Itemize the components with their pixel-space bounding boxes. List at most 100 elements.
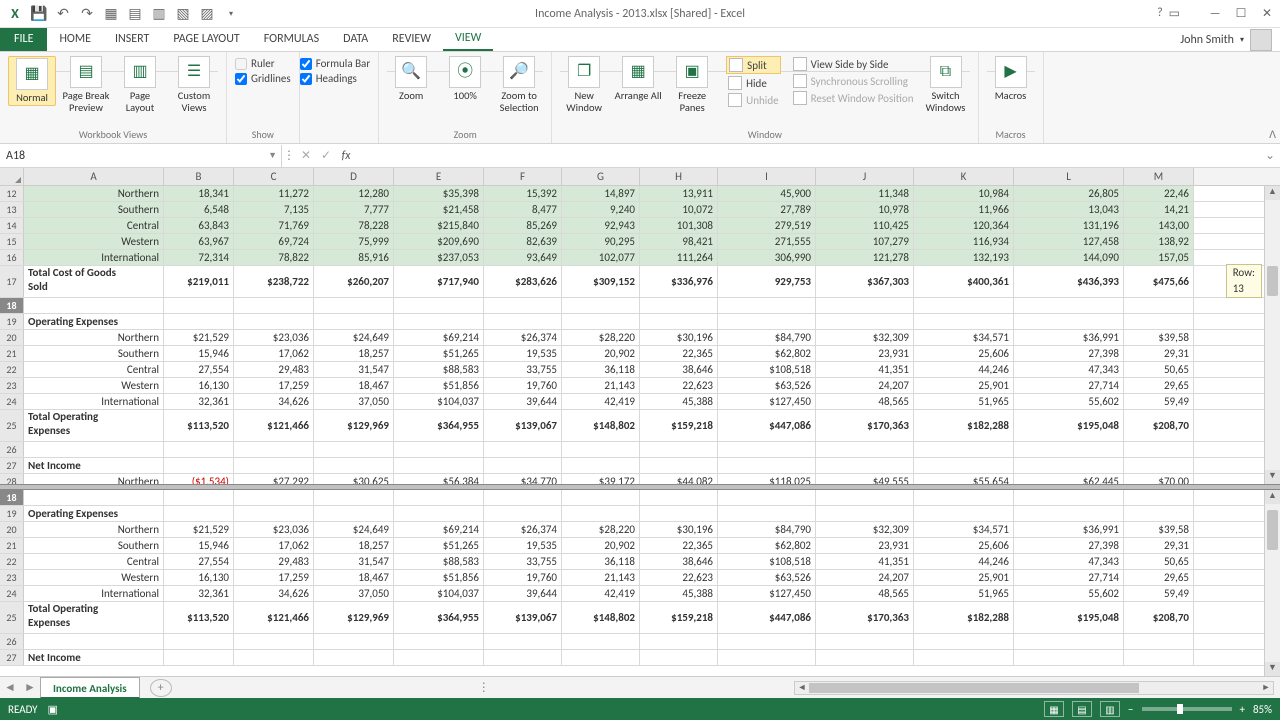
- cell[interactable]: $44,082: [640, 474, 718, 484]
- row-header[interactable]: 14: [0, 218, 24, 233]
- cell[interactable]: 138,92: [1124, 234, 1194, 249]
- row-header[interactable]: 20: [0, 330, 24, 345]
- cell[interactable]: $21,529: [164, 522, 234, 537]
- table-row[interactable]: 14Central63,84371,76978,228$215,84085,26…: [0, 218, 1280, 234]
- cell[interactable]: [234, 298, 314, 313]
- cell[interactable]: 27,398: [1014, 346, 1124, 361]
- cell[interactable]: 9,240: [562, 202, 640, 217]
- table-row[interactable]: 18: [0, 490, 1280, 506]
- table-row[interactable]: 26: [0, 634, 1280, 650]
- cell[interactable]: [314, 634, 394, 649]
- cell[interactable]: $219,011: [164, 266, 234, 297]
- cell[interactable]: 23,931: [816, 346, 914, 361]
- cell[interactable]: 36,118: [562, 554, 640, 569]
- cell[interactable]: [314, 650, 394, 665]
- table-row[interactable]: 22Central27,55429,48331,547$88,58333,755…: [0, 362, 1280, 378]
- cell[interactable]: [640, 442, 718, 457]
- help-icon[interactable]: ?: [1157, 6, 1163, 21]
- cell[interactable]: 107,279: [816, 234, 914, 249]
- cell[interactable]: [234, 650, 314, 665]
- cell[interactable]: $104,037: [394, 394, 484, 409]
- fx-icon[interactable]: fx: [336, 149, 356, 163]
- cell[interactable]: [484, 634, 562, 649]
- cell[interactable]: 50,65: [1124, 554, 1194, 569]
- table-row[interactable]: 27Net Income: [0, 458, 1280, 474]
- cell[interactable]: $238,722: [234, 266, 314, 297]
- cell[interactable]: 17,259: [234, 570, 314, 585]
- qat-customize-icon[interactable]: ▾: [220, 3, 242, 25]
- row-header[interactable]: 12: [0, 186, 24, 201]
- cell[interactable]: [718, 650, 816, 665]
- cell[interactable]: [562, 458, 640, 473]
- row-header[interactable]: 27: [0, 650, 24, 665]
- cell[interactable]: Northern: [24, 474, 164, 484]
- cell[interactable]: 7,777: [314, 202, 394, 217]
- cell[interactable]: Operating Expenses: [24, 506, 164, 521]
- cell[interactable]: $28,220: [562, 522, 640, 537]
- cell[interactable]: 15,946: [164, 346, 234, 361]
- cell[interactable]: 19,535: [484, 346, 562, 361]
- cell[interactable]: [24, 634, 164, 649]
- cell[interactable]: 11,966: [914, 202, 1014, 217]
- cell[interactable]: $70,00: [1124, 474, 1194, 484]
- cell[interactable]: $39,58: [1124, 330, 1194, 345]
- cell[interactable]: $364,955: [394, 602, 484, 633]
- cell[interactable]: 25,606: [914, 346, 1014, 361]
- bottom-pane[interactable]: 1819Operating Expenses20Northern$21,529$…: [0, 490, 1280, 666]
- minimize-button[interactable]: —: [1202, 3, 1228, 25]
- cell[interactable]: 11,272: [234, 186, 314, 201]
- cell[interactable]: $21,458: [394, 202, 484, 217]
- cell[interactable]: 32,361: [164, 394, 234, 409]
- cell[interactable]: 71,769: [234, 218, 314, 233]
- cell[interactable]: [484, 506, 562, 521]
- table-row[interactable]: 20Northern$21,529$23,036$24,649$69,214$2…: [0, 330, 1280, 346]
- cell[interactable]: $127,450: [718, 586, 816, 601]
- cell[interactable]: [640, 650, 718, 665]
- cell[interactable]: 29,483: [234, 554, 314, 569]
- scroll-down-icon[interactable]: ▼: [1265, 662, 1280, 676]
- cell[interactable]: [1124, 506, 1194, 521]
- cell[interactable]: Western: [24, 378, 164, 393]
- cell[interactable]: [484, 442, 562, 457]
- cell[interactable]: 25,606: [914, 538, 1014, 553]
- reset-position-button[interactable]: Reset Window Position: [791, 90, 916, 106]
- cell[interactable]: 116,934: [914, 234, 1014, 249]
- row-header[interactable]: 18: [0, 298, 24, 313]
- cell[interactable]: 42,419: [562, 586, 640, 601]
- table-row[interactable]: 19Operating Expenses: [0, 506, 1280, 522]
- cell[interactable]: Northern: [24, 330, 164, 345]
- cell[interactable]: $139,067: [484, 410, 562, 441]
- cell[interactable]: $108,518: [718, 362, 816, 377]
- cell[interactable]: 47,343: [1014, 554, 1124, 569]
- cell[interactable]: [914, 634, 1014, 649]
- cell[interactable]: 44,246: [914, 362, 1014, 377]
- scroll-up-icon[interactable]: ▲: [1265, 490, 1280, 504]
- cell[interactable]: 17,062: [234, 346, 314, 361]
- table-row[interactable]: 23Western16,13017,25918,467$51,85619,760…: [0, 378, 1280, 394]
- cell[interactable]: $159,218: [640, 602, 718, 633]
- cell[interactable]: 15,392: [484, 186, 562, 201]
- sheet-nav-next-icon[interactable]: ►: [20, 680, 40, 695]
- save-icon[interactable]: 💾: [28, 3, 50, 25]
- cell[interactable]: 34,626: [234, 394, 314, 409]
- cell[interactable]: [718, 298, 816, 313]
- cell[interactable]: 121,278: [816, 250, 914, 265]
- row-header[interactable]: 21: [0, 538, 24, 553]
- row-header[interactable]: 28: [0, 474, 24, 484]
- cell[interactable]: $30,625: [314, 474, 394, 484]
- cell[interactable]: [164, 458, 234, 473]
- cell[interactable]: [164, 298, 234, 313]
- table-row[interactable]: 16International72,31478,82285,916$237,05…: [0, 250, 1280, 266]
- cell[interactable]: [816, 298, 914, 313]
- row-header[interactable]: 25: [0, 410, 24, 441]
- undo-icon[interactable]: ↶: [52, 3, 74, 25]
- cell[interactable]: $113,520: [164, 602, 234, 633]
- cell[interactable]: $21,529: [164, 330, 234, 345]
- table-row[interactable]: 15Western63,96769,72475,999$209,69082,63…: [0, 234, 1280, 250]
- scroll-up-icon[interactable]: ▲: [1265, 186, 1280, 200]
- zoom-in-icon[interactable]: +: [1240, 703, 1245, 716]
- cell[interactable]: [484, 490, 562, 505]
- cell[interactable]: Total OperatingExpenses: [24, 602, 164, 633]
- cell[interactable]: $39,172: [562, 474, 640, 484]
- side-by-side-button[interactable]: View Side by Side: [791, 56, 916, 72]
